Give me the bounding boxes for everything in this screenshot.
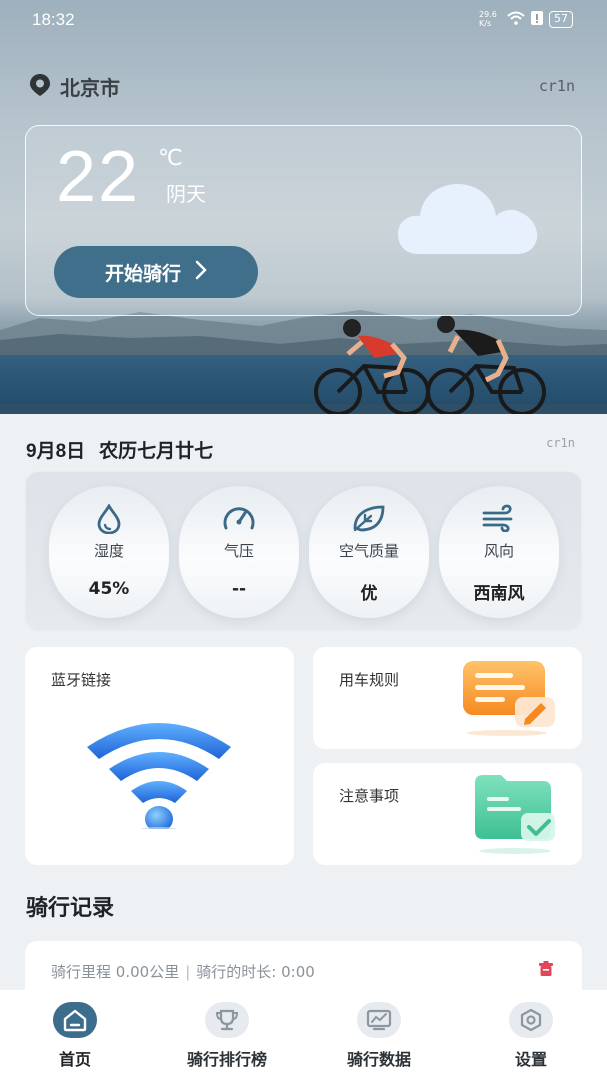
trophy-icon (205, 1002, 249, 1038)
hero-banner: 18:32 29.6 K/s 57 北京市 cr1n 22 ℃ 阴天 开始骑行 (0, 0, 607, 414)
tab-label: 首页 (58, 1050, 91, 1069)
tab-label: 设置 (514, 1050, 547, 1069)
metric-label: 空气质量 (338, 542, 399, 560)
location-row[interactable]: 北京市 (30, 72, 120, 101)
net-speed: 29.6 K/s (479, 10, 497, 28)
alert-icon (531, 10, 543, 28)
solar-date: 9月8日 (26, 441, 86, 462)
notes-card-title: 注意事项 (339, 787, 400, 805)
duration-value: 0:00 (281, 963, 315, 981)
folder-check-icon (475, 775, 555, 854)
settings-icon (509, 1002, 553, 1038)
location-pin-icon (30, 73, 50, 100)
lunar-date: 农历七月廿七 (99, 441, 214, 462)
wifi-signal-icon (87, 723, 231, 829)
riding-rules-title: 用车规则 (339, 671, 400, 689)
status-icons: 29.6 K/s 57 (479, 10, 573, 28)
metric-label: 风向 (483, 542, 514, 560)
tab-label: 骑行数据 (346, 1050, 411, 1069)
bluetooth-card-title: 蓝牙链接 (51, 671, 112, 689)
distance-value: 0.00公里 (115, 963, 180, 981)
start-riding-label: 开始骑行 (104, 262, 181, 285)
battery-indicator: 57 (549, 10, 573, 28)
tab-home[interactable]: 首页 (0, 1002, 150, 1070)
date-row: 9月8日 农历七月廿七 (26, 436, 213, 463)
temperature-unit: ℃ (158, 146, 183, 171)
start-riding-button[interactable]: 开始骑行 (54, 246, 258, 298)
notes-card[interactable]: 注意事项 (313, 763, 582, 865)
tab-ranking[interactable]: 骑行排行榜 (152, 1002, 302, 1070)
home-icon (53, 1002, 97, 1038)
separator: | (185, 963, 191, 981)
distance-label: 骑行里程 (51, 963, 112, 981)
main-content: 9月8日 农历七月廿七 cr1n 湿度 45% 气压 -- 空气质量 优 风向 … (0, 414, 607, 994)
city-name: 北京市 (60, 78, 120, 100)
date-tag: cr1n (546, 436, 575, 450)
metric-pressure: 气压 -- (179, 486, 299, 618)
riding-rules-card[interactable]: 用车规则 (313, 647, 582, 749)
weather-condition: 阴天 (166, 182, 206, 206)
tab-settings[interactable]: 设置 (456, 1002, 606, 1070)
temperature-value: 22 (56, 137, 141, 217)
user-tag: cr1n (538, 77, 575, 95)
metric-value: -- (231, 579, 247, 599)
metric-value: 45% (88, 579, 130, 599)
chevron-right-icon (195, 260, 207, 285)
metric-label: 气压 (223, 542, 254, 560)
cloud-icon (398, 184, 538, 254)
leaf-icon (351, 504, 387, 534)
metric-value: 西南风 (473, 584, 525, 604)
status-time: 18:32 (32, 10, 75, 29)
document-edit-icon (463, 661, 555, 736)
metric-air-quality: 空气质量 优 (309, 486, 429, 618)
tab-riding-data[interactable]: 骑行数据 (304, 1002, 454, 1070)
metric-wind: 风向 西南风 (439, 486, 559, 618)
cyclists-image (314, 315, 546, 414)
droplet-icon (95, 503, 123, 535)
metric-humidity: 湿度 45% (49, 486, 169, 618)
wind-icon (481, 504, 517, 534)
metric-value: 优 (360, 584, 378, 604)
weather-metrics-panel: 湿度 45% 气压 -- 空气质量 优 风向 西南风 (25, 471, 582, 631)
wifi-icon (507, 11, 525, 28)
record-summary: 骑行里程 0.00公里 | 骑行的时长: 0:00 (51, 961, 315, 982)
status-bar: 18:32 29.6 K/s 57 (0, 0, 607, 40)
gauge-icon (222, 504, 256, 534)
weather-card: 22 ℃ 阴天 开始骑行 (25, 125, 582, 316)
chart-icon (357, 1002, 401, 1038)
delete-icon[interactable] (538, 961, 554, 981)
bluetooth-card[interactable]: 蓝牙链接 (25, 647, 294, 865)
duration-label: 骑行的时长: (196, 963, 277, 981)
metric-label: 湿度 (93, 542, 124, 560)
riding-records-title: 骑行记录 (26, 895, 115, 920)
bottom-tab-bar: 首页 骑行排行榜 骑行数据 设置 (0, 990, 607, 1080)
tab-label: 骑行排行榜 (186, 1050, 267, 1069)
